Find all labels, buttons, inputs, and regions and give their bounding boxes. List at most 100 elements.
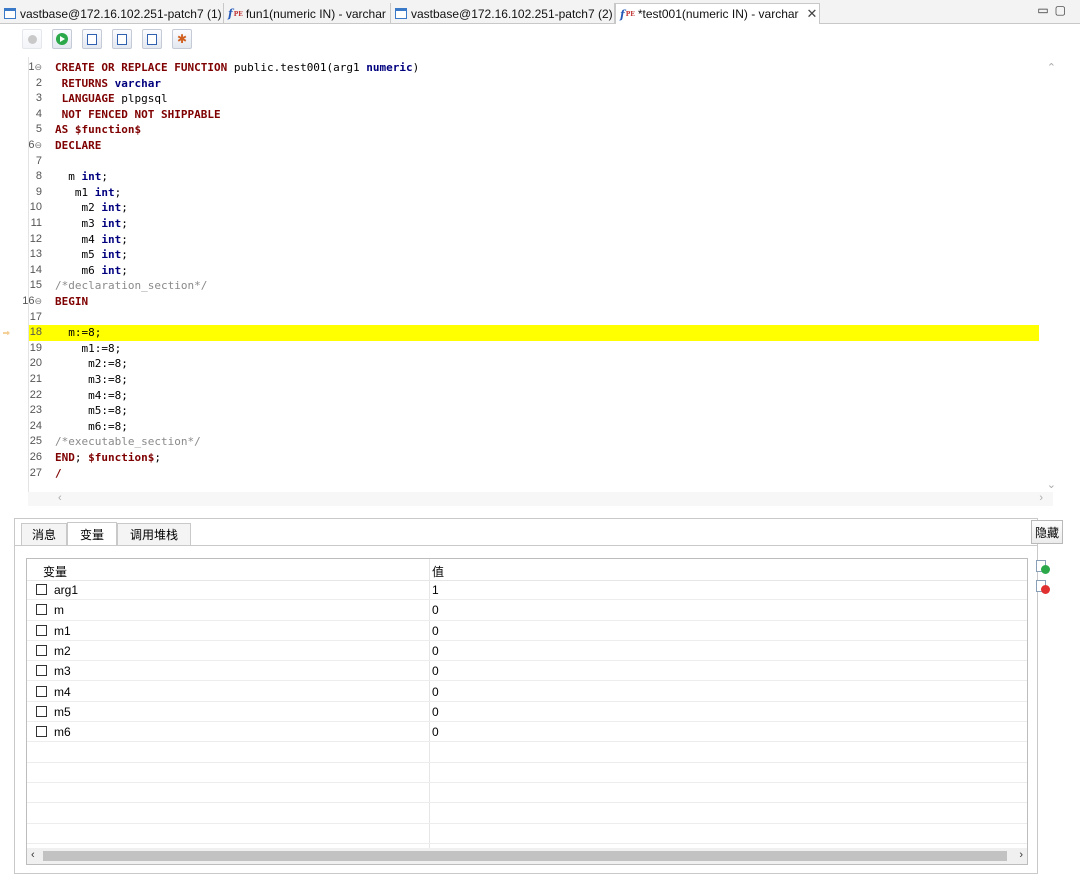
step-over-button[interactable] <box>112 29 132 49</box>
scrollbar-thumb[interactable] <box>43 851 1007 861</box>
code-line[interactable]: 27 / <box>29 466 1039 482</box>
minimize-icon[interactable]: ▭ <box>1037 3 1054 17</box>
tab-fun1[interactable]: fPE fun1(numeric IN) - varchar <box>224 3 391 24</box>
tab-sql-window-2[interactable]: vastbase@172.16.102.251-patch7 (2) <box>391 3 615 24</box>
table-row[interactable]: m6 0 <box>27 722 1027 743</box>
code-line[interactable]: 10 m2 int; <box>29 200 1039 216</box>
scroll-right-icon[interactable]: › <box>1019 849 1023 861</box>
code-line[interactable]: 15 /*declaration_section*/ <box>29 278 1039 294</box>
code-line[interactable]: 5 AS $function$ <box>29 122 1039 138</box>
variable-name: m4 <box>54 684 71 699</box>
code-text: m:=8; <box>55 326 102 340</box>
maximize-icon[interactable]: ▢ <box>1055 3 1072 17</box>
variable-value: 0 <box>432 684 439 699</box>
step-out-button[interactable] <box>142 29 162 49</box>
continue-button[interactable] <box>52 29 72 49</box>
fold-icon[interactable]: ⊖ <box>34 62 42 72</box>
code-line[interactable]: 17 <box>29 310 1039 326</box>
table-row[interactable]: m1 0 <box>27 621 1027 641</box>
line-number: 5 <box>35 123 42 136</box>
watch-checkbox[interactable] <box>36 624 47 636</box>
table-row[interactable]: m4 0 <box>27 682 1027 702</box>
code-line[interactable]: 11 m3 int; <box>29 216 1039 232</box>
watch-checkbox[interactable] <box>36 604 47 616</box>
add-variable-icon[interactable] <box>1036 560 1050 574</box>
watch-checkbox[interactable] <box>36 644 47 656</box>
debug-settings-button[interactable]: ✱ <box>172 29 192 49</box>
line-number: 1⊖ <box>28 61 42 73</box>
fold-icon[interactable]: ⊖ <box>34 296 42 306</box>
code-line[interactable]: 6⊖ DECLARE <box>28 138 1039 154</box>
code-line[interactable]: 20 m2:=8; <box>29 356 1039 372</box>
code-line[interactable]: 1⊖ CREATE OR REPLACE FUNCTION public.test… <box>28 60 1039 76</box>
scroll-down-icon[interactable]: ⌄ <box>1047 478 1056 491</box>
table-horizontal-scrollbar[interactable]: ‹ › <box>27 848 1027 864</box>
stop-debug-button[interactable] <box>22 29 42 49</box>
table-row[interactable] <box>27 824 1027 844</box>
code-line[interactable]: 21 m3:=8; <box>29 372 1039 388</box>
column-header-value[interactable]: 值 <box>432 563 444 580</box>
variable-value: 0 <box>432 643 439 658</box>
table-row[interactable]: m0 <box>27 600 1027 621</box>
watch-checkbox[interactable] <box>36 685 47 697</box>
code-line[interactable]: 3 LANGUAGE plpgsql <box>29 91 1039 107</box>
code-line[interactable]: 14 m6 int; <box>29 263 1039 279</box>
code-line[interactable]: 12 m4 int; <box>29 232 1039 248</box>
code-line[interactable]: 26 END; $function$; <box>29 450 1039 466</box>
code-text: END; $function$; <box>55 451 161 464</box>
code-text: / <box>55 466 62 480</box>
code-line[interactable]: 23 m5:=8; <box>29 403 1039 419</box>
line-number: 9 <box>35 185 42 198</box>
table-row[interactable] <box>27 742 1027 763</box>
remove-variable-icon[interactable] <box>1036 580 1050 594</box>
editor-horizontal-scrollbar[interactable]: ‹ › <box>28 492 1053 506</box>
code-text: m6:=8; <box>55 419 128 433</box>
code-text: /*declaration_section*/ <box>55 279 208 293</box>
line-number: 26 <box>29 451 42 463</box>
code-line[interactable]: 4 NOT FENCED NOT SHIPPABLE <box>29 107 1039 123</box>
code-line[interactable]: 19 m1:=8; <box>29 341 1039 357</box>
watch-checkbox[interactable] <box>36 665 47 677</box>
tab-messages[interactable]: 消息 <box>21 523 67 545</box>
tab-variables[interactable]: 变量 <box>67 522 117 546</box>
table-row[interactable] <box>27 763 1027 783</box>
code-text: m1:=8; <box>55 341 122 355</box>
hide-button[interactable]: 隐藏 <box>1031 520 1063 544</box>
current-line[interactable]: ⇨ 18 m:=8; <box>3 325 1039 341</box>
code-editor[interactable]: 1⊖ CREATE OR REPLACE FUNCTION public.test… <box>3 57 1054 492</box>
scroll-up-icon[interactable]: ⌃ <box>1047 61 1056 74</box>
code-line[interactable]: 7 <box>29 154 1039 170</box>
code-line[interactable]: 9 m1 int; <box>29 185 1039 201</box>
table-row[interactable]: m3 0 <box>27 661 1027 682</box>
column-header-variable[interactable]: 变量 <box>43 563 67 580</box>
watch-checkbox[interactable] <box>36 726 47 738</box>
step-into-button[interactable] <box>82 29 102 49</box>
scroll-left-icon[interactable]: ‹ <box>58 492 62 504</box>
code-line[interactable]: 16⊖ BEGIN <box>22 294 1039 310</box>
variable-name: m5 <box>54 704 71 719</box>
scroll-right-icon[interactable]: › <box>1039 492 1043 504</box>
code-line[interactable]: 13 m5 int; <box>29 247 1039 263</box>
fold-icon[interactable]: ⊖ <box>34 140 42 150</box>
tab-label: vastbase@172.16.102.251-patch7 (2) <box>411 6 613 21</box>
code-line[interactable]: 24 m6:=8; <box>29 419 1039 435</box>
table-row[interactable]: arg1 1 <box>27 580 1027 601</box>
code-line[interactable]: 25 /*executable_section*/ <box>29 434 1039 450</box>
table-row[interactable] <box>27 783 1027 804</box>
watch-checkbox[interactable] <box>36 705 47 717</box>
table-row[interactable]: m5 0 <box>27 702 1027 723</box>
scroll-left-icon[interactable]: ‹ <box>31 849 35 861</box>
table-row[interactable] <box>27 803 1027 824</box>
tab-sql-window-1[interactable]: vastbase@172.16.102.251-patch7 (1) <box>0 3 224 24</box>
code-line[interactable]: 8 m int; <box>29 169 1039 185</box>
watch-checkbox[interactable] <box>36 584 47 595</box>
close-icon[interactable]: ✕ <box>807 6 818 22</box>
code-line[interactable]: 22 m4:=8; <box>29 388 1039 404</box>
play-icon <box>56 33 68 45</box>
variable-value: 0 <box>432 664 439 679</box>
table-row[interactable]: m2 0 <box>27 641 1027 662</box>
tab-test001[interactable]: fPE *test001(numeric IN) - varchar ✕ <box>615 3 820 24</box>
variable-name: arg1 <box>54 583 79 597</box>
code-line[interactable]: 2 RETURNS varchar <box>29 76 1039 92</box>
tab-call-stack[interactable]: 调用堆栈 <box>117 523 191 545</box>
